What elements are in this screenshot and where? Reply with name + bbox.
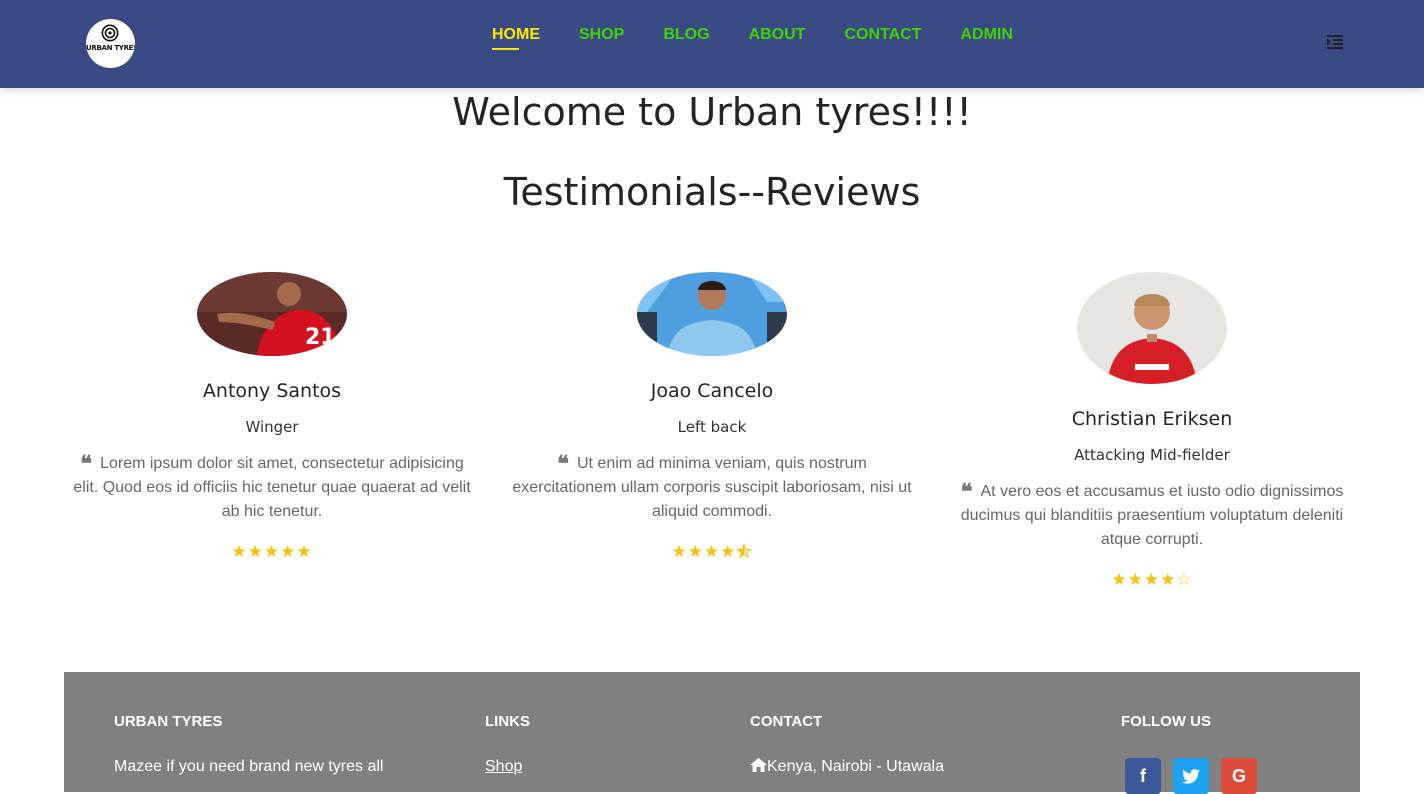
review-text: At vero eos et accusamus et iusto odio d… bbox=[960, 483, 1344, 548]
star-rating: ★★★★★ bbox=[510, 542, 914, 563]
avatar: 21 bbox=[197, 272, 347, 356]
star-full-icon: ★ bbox=[247, 542, 264, 562]
nav-contact[interactable]: CONTACT bbox=[844, 26, 921, 50]
testimonials-heading: Testimonials--Reviews bbox=[503, 170, 921, 214]
star-full-icon: ★ bbox=[671, 542, 688, 562]
site-footer: URBAN TYRES Mazee if you need brand new … bbox=[64, 672, 1360, 794]
footer-contact: CONTACT Kenya, Nairobi - Utawala bbox=[750, 713, 944, 776]
nav-home[interactable]: HOME bbox=[492, 26, 540, 50]
reviewer-name: Joao Cancelo bbox=[650, 380, 774, 402]
main-nav: HOME SHOP BLOG ABOUT CONTACT ADMIN bbox=[492, 26, 1052, 50]
reviewer-name: Christian Eriksen bbox=[1071, 408, 1233, 430]
star-full-icon: ★ bbox=[703, 542, 721, 562]
nav-admin[interactable]: ADMIN bbox=[960, 26, 1012, 50]
avatar bbox=[1077, 272, 1227, 384]
facebook-icon[interactable]: f bbox=[1125, 758, 1161, 794]
star-full-icon: ★ bbox=[1143, 570, 1161, 590]
footer-contact-address: Kenya, Nairobi - Utawala bbox=[750, 758, 944, 776]
swirl-logo-icon bbox=[101, 24, 119, 42]
player-photo-icon bbox=[1077, 272, 1227, 384]
star-full-icon: ★ bbox=[687, 542, 704, 562]
footer-about: URBAN TYRES Mazee if you need brand new … bbox=[114, 713, 383, 776]
reviewer-role: Attacking Mid-fielder bbox=[1074, 446, 1230, 464]
footer-about-text: Mazee if you need brand new tyres all bbox=[114, 758, 384, 775]
star-full-icon: ★ bbox=[1127, 570, 1144, 590]
footer-links-heading: LINKS bbox=[485, 713, 530, 730]
star-full-icon: ★ bbox=[720, 542, 737, 562]
review-quote: ❝ Lorem ipsum dolor sit amet, consectetur… bbox=[70, 452, 474, 524]
nav-shop[interactable]: SHOP bbox=[579, 26, 624, 50]
welcome-heading: Welcome to Urban tyres!!!! bbox=[452, 90, 972, 134]
star-full-icon: ★ bbox=[263, 542, 281, 562]
navbar: URBAN TYRES HOME SHOP BLOG ABOUT CONTACT… bbox=[0, 0, 1424, 88]
social-links: f G bbox=[1125, 758, 1269, 794]
testimonial-card: Joao Cancelo Left back ❝ Ut enim ad minim… bbox=[510, 272, 914, 563]
review-quote: ❝ At vero eos et accusamus et iusto odio … bbox=[952, 480, 1352, 552]
footer-follow: FOLLOW US f G bbox=[1121, 713, 1269, 794]
menu-toggle-icon[interactable] bbox=[1327, 34, 1345, 50]
footer-follow-heading: FOLLOW US bbox=[1121, 713, 1211, 730]
reviewer-role: Winger bbox=[245, 418, 299, 436]
player-photo-icon: 21 bbox=[197, 272, 347, 356]
brand-logo[interactable]: URBAN TYRES bbox=[86, 19, 135, 68]
avatar bbox=[637, 272, 787, 356]
footer-about-heading: URBAN TYRES bbox=[114, 713, 223, 730]
footer-link-shop[interactable]: Shop bbox=[485, 758, 522, 775]
logo-text: URBAN TYRES bbox=[86, 44, 135, 52]
review-text: Lorem ipsum dolor sit amet, consectetur … bbox=[73, 455, 471, 520]
reviewer-role: Left back bbox=[677, 418, 747, 436]
review-text: Ut enim ad minima veniam, quis nostrum e… bbox=[512, 455, 912, 520]
star-full-icon: ★ bbox=[1160, 570, 1177, 590]
quote-left-icon: ❝ bbox=[557, 451, 569, 477]
nav-about[interactable]: ABOUT bbox=[749, 26, 806, 50]
home-icon bbox=[750, 758, 767, 772]
star-full-icon: ★ bbox=[280, 542, 297, 562]
testimonial-card: 21 Antony Santos Winger ❝ Lorem ipsum dol… bbox=[70, 272, 474, 562]
svg-text:21: 21 bbox=[305, 325, 336, 350]
star-full-icon: ★ bbox=[296, 542, 313, 562]
nav-blog[interactable]: BLOG bbox=[663, 26, 709, 50]
star-full-icon: ★ bbox=[1111, 570, 1128, 590]
quote-left-icon: ❝ bbox=[80, 451, 93, 477]
testimonial-card: Christian Eriksen Attacking Mid-fielder … bbox=[952, 272, 1352, 590]
star-half-icon: ★ bbox=[736, 542, 753, 563]
quote-left-icon: ❝ bbox=[960, 479, 973, 505]
player-photo-icon bbox=[637, 272, 787, 356]
footer-links: LINKS Shop bbox=[485, 713, 530, 776]
google-icon[interactable]: G bbox=[1221, 758, 1257, 794]
star-rating: ★★★★★ bbox=[70, 542, 474, 562]
review-quote: ❝ Ut enim ad minima veniam, quis nostrum … bbox=[510, 452, 914, 524]
twitter-icon[interactable] bbox=[1173, 758, 1209, 794]
star-empty-icon: ☆ bbox=[1176, 570, 1193, 590]
footer-links-list: Shop bbox=[485, 758, 530, 776]
star-full-icon: ★ bbox=[231, 542, 248, 562]
footer-contact-heading: CONTACT bbox=[750, 713, 823, 730]
star-rating: ★★★★☆ bbox=[952, 570, 1352, 590]
address-text: Kenya, Nairobi - Utawala bbox=[767, 758, 944, 775]
reviewer-name: Antony Santos bbox=[202, 380, 342, 402]
